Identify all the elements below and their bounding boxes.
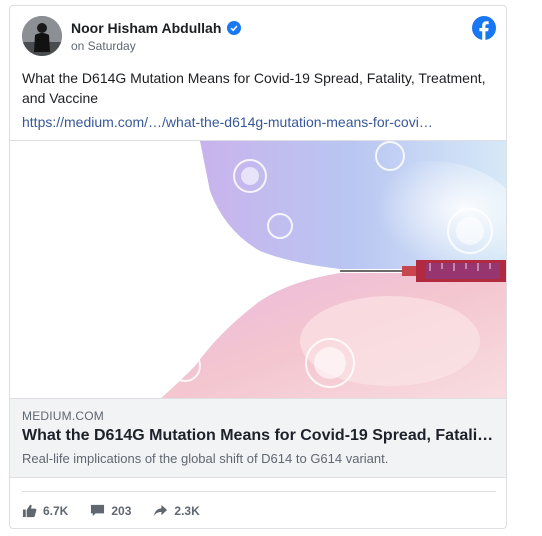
link-preview-meta[interactable]: MEDIUM.COM What the D614G Mutation Means… [10, 398, 506, 478]
share-stat[interactable]: 2.3K [153, 503, 200, 518]
thumbs-up-icon [22, 504, 37, 518]
share-count: 2.3K [174, 503, 200, 518]
author-row: Noor Hisham Abdullah [71, 20, 242, 36]
engagement-stats: 6.7K 203 2.3K [22, 503, 200, 518]
verified-badge-icon [227, 21, 242, 35]
comment-icon [91, 504, 105, 517]
post-text: What the D614G Mutation Means for Covid-… [22, 70, 486, 106]
link-description: Real-life implications of the global shi… [22, 451, 389, 466]
vaccine-illustration [10, 141, 506, 399]
post-link[interactable]: https://medium.com/…/what-the-d614g-muta… [22, 112, 492, 132]
comment-count: 203 [111, 503, 132, 518]
divider [22, 491, 496, 492]
post-card: Noor Hisham Abdullah on Saturday What th… [9, 5, 507, 529]
like-count: 6.7K [43, 503, 69, 518]
comment-stat[interactable]: 203 [90, 503, 131, 518]
author-name[interactable]: Noor Hisham Abdullah [71, 20, 221, 36]
link-domain: MEDIUM.COM [22, 409, 104, 423]
post-timestamp[interactable]: on Saturday [71, 39, 136, 53]
facebook-logo-icon[interactable] [472, 16, 496, 40]
share-arrow-icon [154, 504, 168, 517]
avatar-image [22, 16, 62, 56]
link-preview-image[interactable] [10, 140, 506, 399]
link-title[interactable]: What the D614G Mutation Means for Covid-… [22, 427, 496, 445]
avatar[interactable] [22, 16, 62, 56]
like-stat[interactable]: 6.7K [22, 503, 68, 518]
